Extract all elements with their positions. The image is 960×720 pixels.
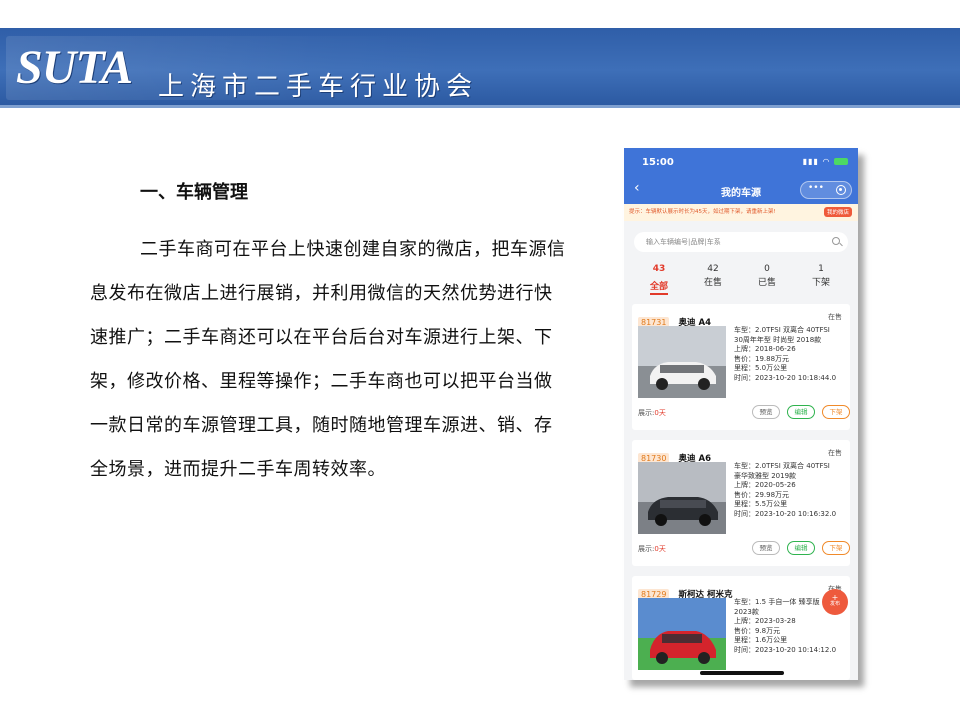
status-icons: ▮▮▮ ◠ [803,157,848,166]
spec-price: 售价：29.98万元 [734,490,790,499]
car-image-icon [638,598,726,670]
association-name-cn: 上海市二手车行业协会 [158,72,479,102]
car-specs: 车型：2.0TFSI 双离合 40TFSI 30周年年型 时尚型 2018款 上… [734,326,848,384]
car-image-icon [638,326,726,398]
publish-float-button[interactable]: + 发布 [822,589,848,615]
spec-time: 时间：2023-10-20 10:14:12.0 [734,645,837,654]
preview-button[interactable]: 预览 [752,541,780,555]
spec-model: 车型：2.0TFSI 双离合 40TFSI [734,462,830,470]
phone-header: 15:00 ▮▮▮ ◠ ‹ 我的车源 ••• [624,148,858,204]
tab-all[interactable]: 43 全部 [632,264,686,295]
show-days-value: 0天 [654,545,666,553]
card-header: 81730 奥迪 A6 [638,446,711,464]
search-icon[interactable] [832,237,840,245]
tab-count: 0 [764,264,770,274]
phone-screenshot: 15:00 ▮▮▮ ◠ ‹ 我的车源 ••• 提示：车辆默认展示时长为45天，如… [624,148,858,680]
tab-count: 42 [707,264,719,274]
more-icon[interactable]: ••• [808,183,824,193]
car-photo[interactable] [638,326,726,398]
car-status: 在售 [828,449,842,457]
unlist-button[interactable]: 下架 [822,405,850,419]
tab-count: 43 [652,264,666,274]
car-card[interactable]: 81730 奥迪 A6 在售 车型：2.0TFSI 双离合 40TFSI 豪华致… [632,440,850,566]
show-days: 展示:0天 [638,544,666,554]
spec-price: 售价：19.88万元 [734,354,790,363]
spec-price: 售价：9.8万元 [734,626,781,635]
show-days-value: 0天 [654,409,666,417]
header-banner: SUTA 上海市二手车行业协会 Shanghai Usedcar Trade A… [0,28,960,120]
spec-mileage: 里程：1.6万公里 [734,636,788,645]
card-header: 81729 斯柯达 柯米克 [638,582,733,600]
tab-label: 全部 [649,279,668,295]
spec-mileage: 里程：5.5万公里 [734,500,788,509]
unlist-button[interactable]: 下架 [822,541,850,555]
tab-label: 已售 [757,278,776,288]
spec-time: 时间：2023-10-20 10:18:44.0 [734,373,837,382]
spec-model-cont: 豪华致雅型 2019款 [734,471,797,480]
mini-program-capsule[interactable]: ••• [800,181,852,199]
show-label: 展示: [638,409,655,417]
close-target-icon[interactable] [836,185,846,195]
car-photo[interactable] [638,462,726,534]
tab-on-sale[interactable]: 42 在售 [686,264,740,288]
section-title: 一、车辆管理 [140,182,248,203]
car-card[interactable]: 81731 奥迪 A4 在售 车型：2.0TFSI 双离合 40TFSI 30周… [632,304,850,430]
preview-button[interactable]: 预览 [752,405,780,419]
signal-icon: ▮▮▮ [802,157,819,166]
tab-unlisted[interactable]: 1 下架 [794,264,848,288]
spec-time: 时间：2023-10-20 10:16:32.0 [734,509,837,518]
tab-label: 在售 [703,278,722,288]
description-paragraph: 二手车商可在平台上快速创建自家的微店，把车源信息发布在微店上进行展销，并利用微信… [90,239,566,480]
car-specs: 车型：2.0TFSI 双离合 40TFSI 豪华致雅型 2019款 上牌：202… [734,462,848,520]
car-card[interactable]: 81729 斯柯达 柯米克 在售 车型：1.5 手自一体 臻享版 2023款 上… [632,576,850,680]
battery-icon [834,158,848,165]
edit-button[interactable]: 编辑 [787,541,815,555]
spec-model: 车型：2.0TFSI 双离合 40TFSI [734,326,830,334]
tab-count: 1 [818,264,824,274]
spec-plate-date: 上牌：2020-05-26 [734,481,796,490]
wifi-icon: ◠ [822,157,831,166]
car-status: 在售 [828,313,842,321]
search-placeholder: 输入车辆编号|品牌|车系 [646,238,721,246]
show-label: 展示: [638,545,655,553]
my-shop-button[interactable]: 我的微店 [823,207,852,217]
show-days: 展示:0天 [638,408,666,418]
status-time: 15:00 [642,157,674,168]
spec-plate-date: 上牌：2018-06-26 [734,345,796,354]
spec-mileage: 里程：5.0万公里 [734,364,788,373]
edit-button[interactable]: 编辑 [787,405,815,419]
suta-logo: SUTA [16,41,133,94]
notice-text: 提示：车辆默认展示时长为45天，如过期下架，请重新上架! [629,209,776,215]
spec-plate-date: 上牌：2023-03-28 [734,617,796,626]
search-input[interactable]: 输入车辆编号|品牌|车系 [634,232,848,252]
car-image-icon [638,462,726,534]
tab-label: 下架 [811,278,830,288]
car-photo[interactable] [638,598,726,670]
publish-label: 发布 [829,601,840,607]
status-tabs: 43 全部 42 在售 0 已售 1 下架 [624,264,858,298]
tab-sold[interactable]: 0 已售 [740,264,794,288]
spec-model-cont: 30周年年型 时尚型 2018款 [734,335,822,344]
notice-bar: 提示：车辆默认展示时长为45天，如过期下架，请重新上架! 我的微店 [624,204,858,221]
home-indicator [700,671,784,675]
card-header: 81731 奥迪 A4 [638,310,711,328]
association-name-en: Shanghai Usedcar Trade Association [168,105,407,120]
